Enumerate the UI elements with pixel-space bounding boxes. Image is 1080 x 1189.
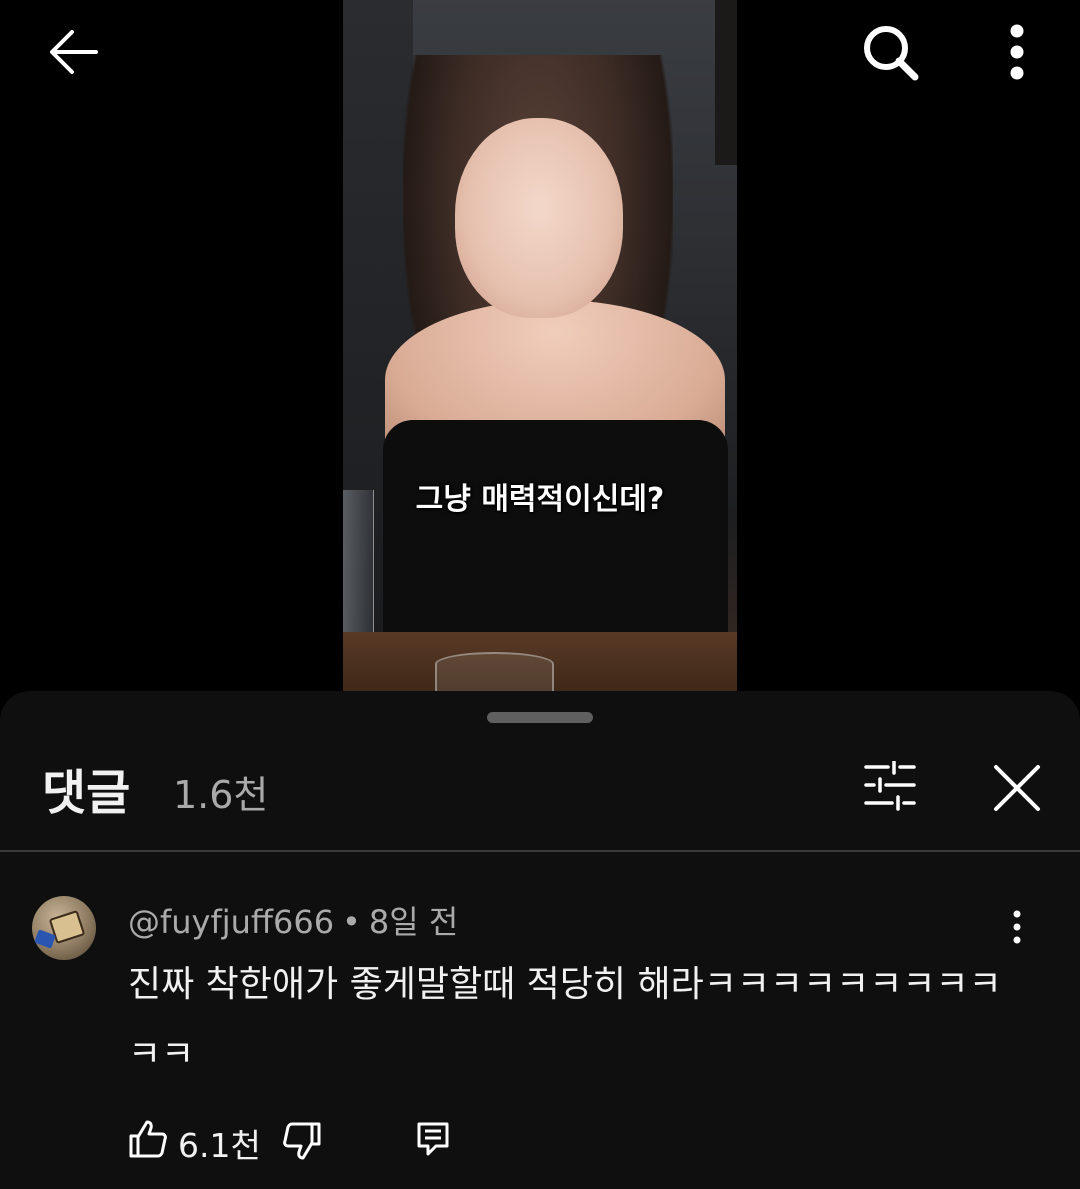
video-background-door bbox=[715, 0, 737, 165]
comment-author[interactable]: @fuyfjuff666 bbox=[128, 903, 334, 941]
more-vertical-icon bbox=[1010, 24, 1024, 80]
reply-button[interactable] bbox=[416, 1121, 450, 1157]
drag-handle[interactable] bbox=[487, 712, 593, 723]
comments-title: 댓글 bbox=[42, 765, 131, 821]
close-button[interactable] bbox=[990, 761, 1044, 815]
video-person-face bbox=[455, 118, 623, 318]
video-subtitle: 그냥 매력적이신데? bbox=[415, 482, 665, 517]
sliders-icon bbox=[864, 759, 916, 811]
comment-text: 진짜 착한애가 좋게말할때 적당히 해라ㅋㅋㅋㅋㅋㅋㅋㅋㅋㅋㅋ bbox=[128, 964, 1002, 1075]
more-vertical-icon bbox=[1013, 910, 1021, 944]
meta-separator: • bbox=[342, 903, 361, 941]
like-button[interactable] bbox=[128, 1119, 168, 1159]
video-cup bbox=[435, 652, 554, 692]
comment-time: 8일 전 bbox=[368, 903, 459, 941]
back-button[interactable] bbox=[46, 24, 102, 80]
search-button[interactable] bbox=[862, 24, 920, 82]
comment-meta: @fuyfjuff666 • 8일 전 bbox=[128, 897, 458, 943]
close-icon bbox=[994, 765, 1040, 811]
comment-avatar[interactable] bbox=[32, 896, 96, 960]
like-count: 6.1천 bbox=[178, 1126, 261, 1165]
arrow-left-icon bbox=[50, 30, 98, 74]
thumbs-down-icon bbox=[283, 1122, 321, 1160]
comments-count: 1.6천 bbox=[173, 773, 269, 817]
more-options-button[interactable] bbox=[996, 22, 1038, 82]
divider bbox=[0, 850, 1080, 852]
thumbs-up-icon bbox=[129, 1120, 167, 1158]
video-player[interactable] bbox=[343, 0, 737, 692]
dislike-button[interactable] bbox=[282, 1121, 322, 1161]
comments-sheet: 댓글 1.6천 @fuyfjuff666 • 8일 전 진짜 착한애가 좋게말할때 … bbox=[0, 691, 1080, 1189]
comment-reply-icon bbox=[417, 1122, 449, 1156]
search-icon bbox=[864, 26, 919, 81]
sort-filter-button[interactable] bbox=[862, 759, 918, 811]
comment-more-button[interactable] bbox=[1004, 909, 1030, 945]
